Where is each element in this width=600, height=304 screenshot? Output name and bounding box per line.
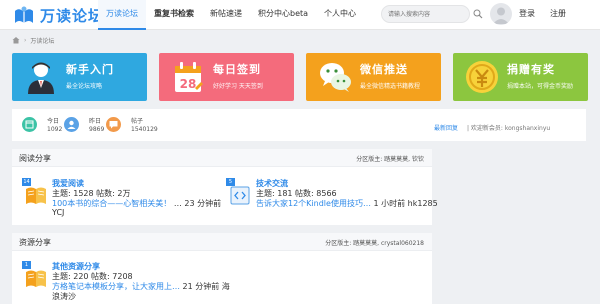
book-icon[interactable] bbox=[24, 183, 48, 207]
section-header: 资源分享 分区版主: 踏莫莫莫, crystal060218 bbox=[12, 233, 432, 251]
today-icon bbox=[22, 117, 37, 132]
top-navigation-bar: 万读论坛 万读论坛 重复书检索 新帖速递 积分中心beta 个人中心 登录 注册 bbox=[0, 0, 600, 30]
banner-donate[interactable]: 捐赠有奖 捐赠本站，可得金币奖励 bbox=[453, 53, 588, 101]
stat-label: 昨日 bbox=[89, 118, 102, 125]
latest-post-meta: 1 小时前 hk1285 bbox=[373, 199, 438, 208]
user-icon bbox=[493, 7, 509, 24]
search-icon[interactable] bbox=[473, 9, 483, 19]
nav-item-personal-center[interactable]: 个人中心 bbox=[316, 0, 364, 30]
banner-title: 新手入门 bbox=[66, 63, 114, 76]
home-icon[interactable] bbox=[12, 36, 20, 44]
stat-label: 今日 bbox=[47, 118, 60, 125]
latest-post-author[interactable]: YCJ bbox=[52, 208, 64, 217]
nav-item-duplicate-search[interactable]: 重复书检索 bbox=[146, 0, 202, 30]
forum-item: 1 其他资源分享 主题: 220 帖数: 7208 方格笔记本模板分享，让大家用… bbox=[22, 261, 230, 302]
forum-item: 5 技术交流 主题: 181 帖数: 8566 告诉大家12个Kindle使用技… bbox=[226, 178, 438, 218]
avatar[interactable] bbox=[490, 3, 512, 25]
latest-post-link[interactable]: 方格笔记本模板分享，让大家用上… bbox=[52, 282, 180, 291]
coin-icon bbox=[466, 61, 498, 93]
nav-item-forum[interactable]: 万读论坛 bbox=[98, 0, 146, 30]
yesterday-icon bbox=[64, 117, 79, 132]
section-title[interactable]: 资源分享 bbox=[19, 237, 51, 248]
banner-subtitle: 最全论坛攻略 bbox=[66, 83, 103, 90]
forum-latest-post: 100本书的综合——心智相关美！ … 23 分钟前 bbox=[52, 198, 221, 209]
breadcrumb: › 万读论坛 bbox=[12, 35, 54, 45]
logo-icon bbox=[15, 6, 33, 23]
banner-newbie-guide[interactable]: 新手入门 最全论坛攻略 bbox=[12, 53, 147, 101]
banner-subtitle: 捐赠本站，可得金币奖励 bbox=[507, 83, 574, 90]
login-link[interactable]: 登录 bbox=[519, 8, 535, 19]
register-link[interactable]: 注册 bbox=[550, 8, 566, 19]
person-icon bbox=[28, 62, 54, 94]
section-resource-share: 资源分享 分区版主: 踏莫莫莫, crystal060218 1 其他资源分享 … bbox=[12, 233, 432, 304]
main-nav: 万读论坛 重复书检索 新帖速递 积分中心beta 个人中心 bbox=[98, 0, 364, 30]
welcome-new-member: | 欢迎新会员: kongshanxinyu bbox=[467, 125, 551, 132]
banner-subtitle: 最全微信精选书籍教程 bbox=[360, 83, 421, 90]
banner-daily-checkin[interactable]: 28 每日签到 好好学习 天天签到 bbox=[159, 53, 294, 101]
section-title[interactable]: 阅读分享 bbox=[19, 153, 51, 164]
svg-text:28: 28 bbox=[180, 77, 197, 91]
latest-post-meta: … 23 分钟前 bbox=[173, 199, 222, 208]
stat-value: 1092 bbox=[47, 126, 63, 133]
site-name: 万读论坛 bbox=[40, 6, 105, 25]
forum-latest-post: 方格笔记本模板分享，让大家用上… 21 分钟前 海 bbox=[52, 281, 230, 292]
latest-post-meta: 21 分钟前 海 bbox=[182, 282, 230, 291]
new-posts-badge: 14 bbox=[22, 178, 31, 186]
section-moderators: 分区版主: 踏莫莫莫, 钦钦 bbox=[356, 156, 424, 163]
new-posts-badge: 5 bbox=[226, 178, 235, 186]
site-logo[interactable]: 万读论坛 bbox=[12, 2, 104, 28]
stat-label: 帖子 bbox=[131, 118, 144, 125]
search-input[interactable] bbox=[381, 5, 470, 23]
banner-subtitle: 好好学习 天天签到 bbox=[213, 83, 263, 90]
stat-value: 9869 bbox=[89, 126, 105, 133]
calendar-icon: 28 bbox=[175, 62, 203, 92]
book-icon[interactable] bbox=[24, 266, 48, 290]
breadcrumb-current[interactable]: 万读论坛 bbox=[30, 36, 54, 45]
banner-title: 微信推送 bbox=[360, 63, 408, 76]
latest-post-link[interactable]: 100本书的综合——心智相关美！ bbox=[52, 199, 171, 208]
section-reading-share: 阅读分享 分区版主: 踏莫莫莫, 钦钦 14 我爱阅读 主题: 1528 帖数:… bbox=[12, 149, 438, 225]
forum-stats-bar: 今日 1092 昨日 9869 帖子 1540129 最新回复 | 欢迎新会员:… bbox=[12, 109, 586, 141]
new-posts-badge: 1 bbox=[22, 261, 31, 269]
section-header: 阅读分享 分区版主: 踏莫莫莫, 钦钦 bbox=[12, 149, 432, 167]
banner-wechat-push[interactable]: 微信推送 最全微信精选书籍教程 bbox=[306, 53, 441, 101]
code-book-icon[interactable] bbox=[228, 183, 252, 207]
nav-item-new-posts[interactable]: 新帖速递 bbox=[202, 0, 250, 30]
breadcrumb-separator: › bbox=[24, 36, 27, 44]
banner-title: 每日签到 bbox=[213, 63, 261, 76]
stat-posts: 帖子 1540129 bbox=[106, 115, 166, 135]
latest-post-link[interactable]: 告诉大家12个Kindle使用技巧… bbox=[256, 199, 371, 208]
posts-icon bbox=[106, 117, 121, 132]
forum-item: 14 我爱阅读 主题: 1528 帖数: 2万 100本书的综合——心智相关美！… bbox=[22, 178, 224, 218]
latest-post-author[interactable]: 浪涛沙 bbox=[52, 291, 76, 302]
wechat-icon bbox=[320, 63, 351, 92]
stat-value: 1540129 bbox=[131, 126, 158, 133]
nav-item-points-center[interactable]: 积分中心beta bbox=[250, 0, 316, 30]
banner-title: 捐赠有奖 bbox=[507, 63, 555, 76]
newest-replies-link[interactable]: 最新回复 bbox=[434, 123, 458, 132]
section-moderators: 分区版主: 踏莫莫莫, crystal060218 bbox=[325, 240, 424, 247]
forum-latest-post: 告诉大家12个Kindle使用技巧… 1 小时前 hk1285 bbox=[256, 198, 438, 209]
